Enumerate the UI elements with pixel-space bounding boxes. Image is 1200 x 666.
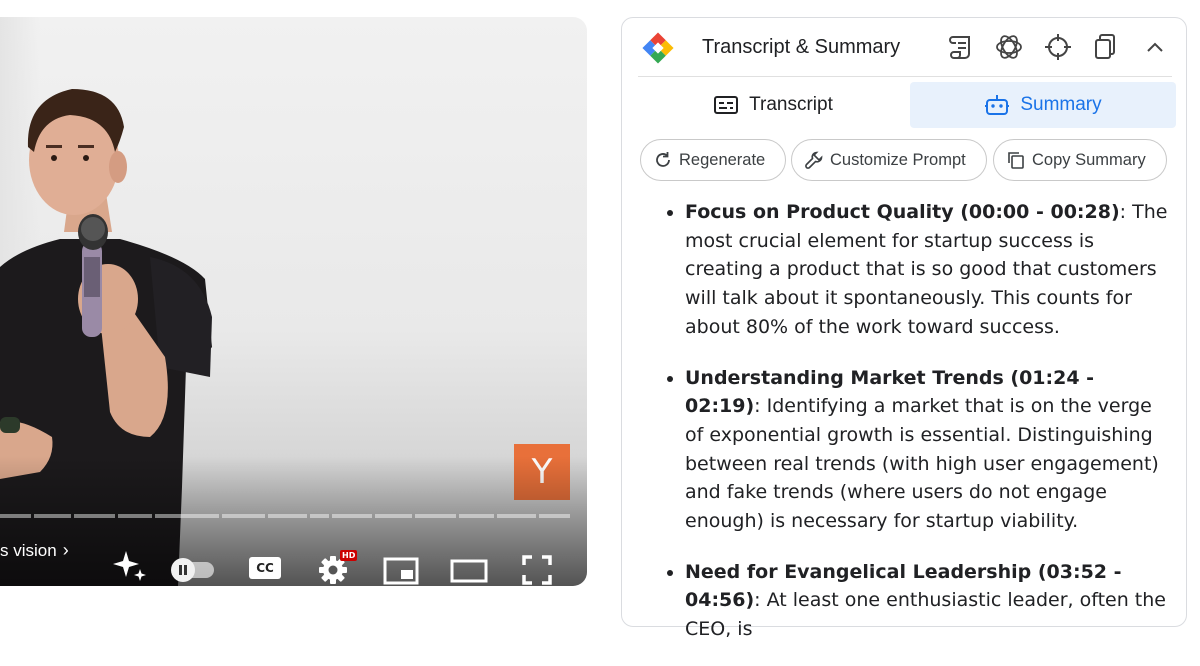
extension-logo-icon — [642, 32, 674, 64]
scroll-icon[interactable] — [946, 32, 976, 62]
copy-summary-button[interactable]: Copy Summary — [993, 139, 1167, 181]
progress-segment[interactable] — [74, 514, 116, 518]
progress-segment[interactable] — [309, 514, 330, 518]
summary-item: Focus on Product Quality (00:00 - 00:28)… — [667, 198, 1170, 342]
chevron-right-icon: › — [62, 540, 69, 560]
theater-mode-icon[interactable] — [450, 559, 488, 583]
panel-tabs: Transcript Summary — [638, 82, 1176, 128]
settings-button[interactable]: HD — [316, 550, 358, 585]
transcript-icon — [714, 96, 739, 114]
miniplayer-icon[interactable] — [383, 557, 419, 585]
copy-summary-label: Copy Summary — [1032, 150, 1146, 169]
chapter-button[interactable]: s vision › — [0, 540, 69, 561]
crosshair-icon[interactable] — [1043, 32, 1073, 62]
chapter-title: s vision — [0, 541, 57, 560]
progress-segment[interactable] — [154, 514, 219, 518]
openai-icon[interactable] — [994, 32, 1024, 62]
tab-summary[interactable]: Summary — [910, 82, 1176, 128]
progress-segment[interactable] — [496, 514, 536, 518]
tab-transcript-label: Transcript — [749, 94, 833, 115]
player-controls: s vision › CC HD — [0, 527, 587, 585]
progress-segment[interactable] — [414, 514, 456, 518]
summary-item-body: : Identifying a market that is on the ve… — [685, 395, 1159, 533]
panel-title: Transcript & Summary — [702, 36, 901, 58]
summary-item-body: : At least one enthusiastic leader, ofte… — [685, 589, 1166, 641]
fullscreen-icon[interactable] — [522, 555, 552, 585]
hd-badge: HD — [340, 550, 358, 561]
progress-segment[interactable] — [374, 514, 412, 518]
summary-item-heading: Focus on Product Quality (00:00 - 00:28) — [685, 201, 1120, 223]
progress-segment[interactable] — [221, 514, 265, 518]
progress-segment[interactable] — [458, 514, 494, 518]
chevron-up-icon[interactable] — [1140, 32, 1170, 62]
progress-segment[interactable] — [538, 514, 571, 518]
customize-prompt-button[interactable]: Customize Prompt — [791, 139, 987, 181]
copy-icon[interactable] — [1090, 32, 1120, 62]
regenerate-label: Regenerate — [679, 150, 766, 169]
progress-segment[interactable] — [267, 514, 307, 518]
customize-prompt-label: Customize Prompt — [830, 150, 966, 169]
panel-header: Transcript & Summary — [638, 18, 1172, 77]
transcript-summary-panel: Transcript & Summary Transcript Summary … — [621, 17, 1187, 640]
progress-segment[interactable] — [332, 514, 372, 518]
wrench-icon — [805, 151, 823, 169]
summary-list: Focus on Product Quality (00:00 - 00:28)… — [640, 198, 1170, 644]
captions-icon[interactable]: CC — [249, 557, 281, 579]
copy-icon — [1008, 152, 1024, 169]
summary-content: Focus on Product Quality (00:00 - 00:28)… — [640, 198, 1170, 666]
autoplay-toggle-icon[interactable] — [170, 557, 216, 583]
summary-item: Understanding Market Trends (01:24 - 02:… — [667, 364, 1170, 536]
sparkle-icon[interactable] — [112, 549, 148, 585]
summary-item: Need for Evangelical Leadership (03:52 -… — [667, 558, 1170, 644]
regenerate-button[interactable]: Regenerate — [640, 139, 786, 181]
progress-segment[interactable] — [118, 514, 152, 518]
progress-bar[interactable] — [0, 514, 571, 518]
video-player[interactable]: Y s vision› CC — [0, 17, 587, 586]
refresh-icon — [656, 152, 670, 167]
progress-segment[interactable] — [0, 514, 32, 518]
tab-transcript[interactable]: Transcript — [638, 82, 908, 128]
tab-summary-label: Summary — [1020, 94, 1102, 115]
progress-segment[interactable] — [34, 514, 72, 518]
robot-icon — [985, 95, 1010, 115]
